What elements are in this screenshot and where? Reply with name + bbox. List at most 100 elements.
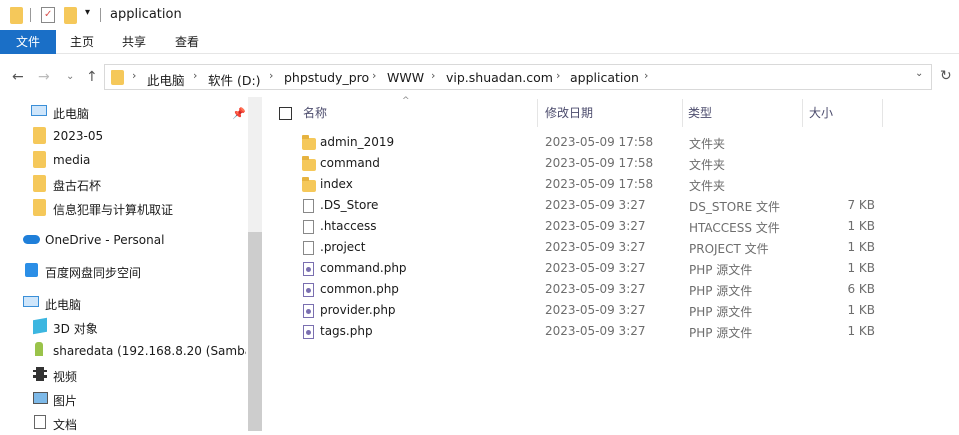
file-name: .project: [320, 240, 366, 254]
nav-item-forensics[interactable]: 信息犯罪与计算机取证: [0, 196, 246, 220]
file-size: 1 KB: [847, 219, 875, 233]
file-size: 1 KB: [847, 261, 875, 275]
table-row[interactable]: tags.php 2023-05-09 3:27 PHP 源文件 1 KB: [270, 322, 885, 343]
table-row[interactable]: admin_2019 2023-05-09 17:58 文件夹: [270, 133, 885, 154]
breadcrumb-this-pc[interactable]: 此电脑: [147, 70, 185, 89]
file-type: HTACCESS 文件: [689, 221, 780, 235]
file-type: DS_STORE 文件: [689, 200, 780, 214]
column-divider[interactable]: [682, 99, 683, 127]
column-type[interactable]: 类型: [688, 99, 712, 127]
folder-icon: [33, 199, 46, 219]
chevron-right-icon[interactable]: ›: [556, 69, 560, 82]
file-type: PHP 源文件: [689, 263, 753, 277]
file-name: common.php: [320, 282, 399, 296]
tab-share[interactable]: 共享: [108, 30, 160, 54]
nav-item-sharedata[interactable]: sharedata (192.168.8.20 (Samba d: [0, 339, 246, 363]
column-divider[interactable]: [537, 99, 538, 127]
file-size: 1 KB: [847, 303, 875, 317]
file-size: 1 KB: [847, 324, 875, 338]
refresh-icon[interactable]: ↻: [940, 68, 952, 84]
title-bar: ✓ ▾ application: [0, 0, 959, 30]
nav-item-pictures[interactable]: 图片: [0, 387, 246, 411]
php-file-icon: [303, 262, 314, 276]
folder-icon: [33, 151, 46, 171]
nav-item-media[interactable]: media: [0, 148, 246, 172]
pictures-icon: [33, 392, 48, 404]
file-type: 文件夹: [689, 179, 726, 193]
table-row[interactable]: common.php 2023-05-09 3:27 PHP 源文件 6 KB: [270, 280, 885, 301]
properties-icon[interactable]: ✓: [41, 7, 55, 23]
nav-item-this-pc-root[interactable]: 此电脑: [0, 291, 246, 315]
file-icon: [303, 220, 314, 234]
folder-icon: [302, 177, 316, 194]
breadcrumb-drive[interactable]: 软件 (D:): [208, 70, 261, 89]
file-date: 2023-05-09 3:27: [545, 324, 646, 338]
folder-icon: [111, 70, 124, 88]
chevron-right-icon[interactable]: ›: [644, 69, 648, 82]
up-icon[interactable]: ↑: [86, 68, 98, 86]
video-icon: [33, 367, 47, 381]
computer-icon: [31, 105, 47, 116]
tab-file[interactable]: 文件: [0, 30, 56, 54]
nav-item-videos[interactable]: 视频: [0, 363, 246, 387]
table-row[interactable]: .DS_Store 2023-05-09 3:27 DS_STORE 文件 7 KB: [270, 196, 885, 217]
chevron-right-icon[interactable]: ›: [132, 69, 136, 82]
breadcrumb-application[interactable]: application: [570, 70, 639, 85]
cube-icon: [33, 317, 47, 335]
column-size[interactable]: 大小: [809, 99, 833, 127]
column-date[interactable]: 修改日期: [545, 99, 593, 127]
window-title: application: [110, 7, 182, 22]
nav-item-2023-05[interactable]: 2023-05: [0, 124, 246, 148]
chevron-right-icon[interactable]: ›: [269, 69, 273, 82]
php-file-icon: [303, 304, 314, 318]
table-row[interactable]: provider.php 2023-05-09 3:27 PHP 源文件 1 KB: [270, 301, 885, 322]
file-type: PHP 源文件: [689, 305, 753, 319]
nav-scrollbar-thumb[interactable]: [248, 232, 262, 431]
chevron-down-icon[interactable]: ⌄: [915, 68, 923, 79]
php-file-icon: [303, 283, 314, 297]
nav-item-documents[interactable]: 文档: [0, 411, 246, 435]
recent-locations-icon[interactable]: ⌄: [66, 68, 74, 86]
breadcrumb-phpstudy[interactable]: phpstudy_pro: [284, 70, 369, 85]
file-type: 文件夹: [689, 137, 726, 151]
file-name: .htaccess: [320, 219, 377, 233]
chevron-right-icon[interactable]: ›: [431, 69, 435, 82]
cloud-icon: [23, 235, 40, 244]
nav-item-pangu[interactable]: 盘古石杯: [0, 172, 246, 196]
file-date: 2023-05-09 3:27: [545, 261, 646, 275]
pin-icon[interactable]: 📌: [232, 107, 246, 120]
file-date: 2023-05-09 17:58: [545, 135, 654, 149]
column-divider[interactable]: [802, 99, 803, 127]
table-row[interactable]: index 2023-05-09 17:58 文件夹: [270, 175, 885, 196]
nav-item-this-pc[interactable]: 此电脑: [0, 100, 246, 124]
forward-icon[interactable]: →: [38, 68, 50, 86]
file-type: 文件夹: [689, 158, 726, 172]
column-name[interactable]: 名称: [303, 99, 327, 127]
file-date: 2023-05-09 3:27: [545, 219, 646, 233]
table-row[interactable]: .project 2023-05-09 3:27 PROJECT 文件 1 KB: [270, 238, 885, 259]
file-name: provider.php: [320, 303, 396, 317]
table-row[interactable]: command 2023-05-09 17:58 文件夹: [270, 154, 885, 175]
nav-item-baidu[interactable]: 百度网盘同步空间: [0, 259, 246, 283]
file-date: 2023-05-09 3:27: [545, 303, 646, 317]
breadcrumb-site[interactable]: vip.shuadan.com: [446, 70, 553, 85]
tab-view[interactable]: 查看: [161, 30, 213, 54]
customize-toolbar-icon[interactable]: ▾: [85, 7, 90, 18]
column-divider[interactable]: [882, 99, 883, 127]
chevron-right-icon[interactable]: ›: [193, 69, 197, 82]
documents-icon: [34, 415, 46, 429]
table-row[interactable]: command.php 2023-05-09 3:27 PHP 源文件 1 KB: [270, 259, 885, 280]
tab-home[interactable]: 主页: [56, 30, 108, 54]
address-bar[interactable]: › 此电脑 › 软件 (D:) › phpstudy_pro › WWW › v…: [104, 64, 932, 90]
chevron-right-icon[interactable]: ›: [372, 69, 376, 82]
table-row[interactable]: .htaccess 2023-05-09 3:27 HTACCESS 文件 1 KB: [270, 217, 885, 238]
back-icon[interactable]: ←: [12, 68, 24, 86]
nav-item-3d-objects[interactable]: 3D 对象: [0, 315, 246, 339]
file-date: 2023-05-09 17:58: [545, 156, 654, 170]
nav-item-onedrive[interactable]: OneDrive - Personal: [0, 228, 246, 252]
new-folder-icon[interactable]: [64, 7, 77, 27]
folder-icon: [10, 7, 23, 27]
breadcrumb-www[interactable]: WWW: [387, 70, 424, 85]
file-name: index: [320, 177, 353, 191]
column-header: 名称 修改日期 类型 大小: [270, 99, 910, 127]
